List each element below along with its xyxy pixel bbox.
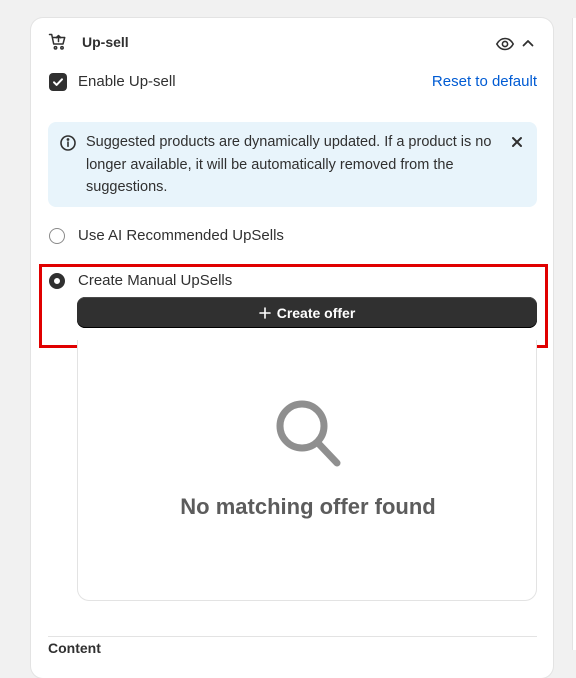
manual-upsells-label[interactable]: Create Manual UpSells bbox=[78, 272, 232, 289]
create-offer-label: Create offer bbox=[276, 304, 356, 321]
info-icon bbox=[60, 135, 76, 151]
upsell-header[interactable]: Up-sell bbox=[48, 30, 538, 56]
info-banner: Suggested products are dynamically updat… bbox=[48, 122, 537, 207]
ai-upsells-label[interactable]: Use AI Recommended UpSells bbox=[78, 227, 284, 244]
section-divider bbox=[48, 636, 537, 637]
plus-icon bbox=[258, 306, 271, 319]
search-icon bbox=[276, 400, 341, 467]
enable-upsell-label[interactable]: Enable Up-sell bbox=[78, 73, 176, 90]
eye-icon[interactable] bbox=[495, 34, 515, 54]
chevron-up-icon[interactable] bbox=[519, 34, 537, 52]
ai-upsells-radio[interactable] bbox=[49, 228, 65, 244]
empty-state-message: No matching offer found bbox=[180, 494, 436, 519]
adjacent-panel-edge bbox=[572, 18, 576, 650]
manual-upsells-radio[interactable] bbox=[49, 273, 65, 289]
empty-state-panel: No matching offer found bbox=[77, 340, 537, 601]
close-icon[interactable] bbox=[510, 135, 524, 149]
cart-upsell-icon bbox=[48, 33, 66, 50]
create-offer-button[interactable]: Create offer bbox=[77, 297, 537, 328]
enable-upsell-checkbox[interactable] bbox=[49, 73, 67, 91]
content-section-title[interactable]: Content bbox=[48, 640, 101, 656]
reset-to-default-link[interactable]: Reset to default bbox=[432, 73, 537, 90]
checkmark-icon bbox=[53, 78, 63, 86]
banner-message: Suggested products are dynamically updat… bbox=[86, 134, 492, 195]
section-title: Up-sell bbox=[82, 34, 129, 50]
